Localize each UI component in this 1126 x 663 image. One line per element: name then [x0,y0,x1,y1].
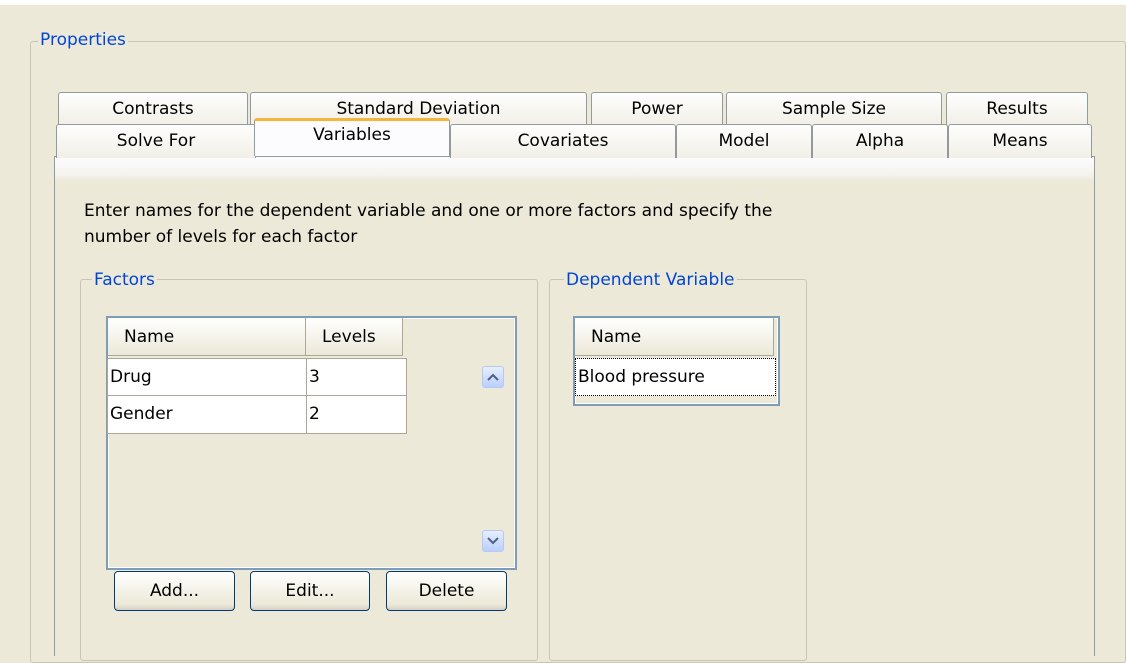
tab-results[interactable]: Results [946,92,1088,126]
factor-name-cell[interactable]: Drug [107,358,307,396]
chevron-down-icon [487,537,499,545]
tab-model[interactable]: Model [676,124,812,158]
scroll-down-button[interactable] [482,530,504,552]
tab-power[interactable]: Power [591,92,723,126]
factor-levels-cell[interactable]: 2 [306,395,407,434]
tab-variables[interactable]: Variables [254,118,450,156]
factor-levels-cell[interactable]: 3 [306,358,407,396]
tab-covariates[interactable]: Covariates [450,124,676,158]
top-edge [0,0,1126,5]
factor-name-cell[interactable]: Gender [107,395,307,434]
chevron-up-icon [487,373,499,381]
factors-group-title: Factors [92,270,157,290]
delete-factor-button[interactable]: Delete [386,571,507,611]
instructions-text: Enter names for the dependent variable a… [84,201,773,247]
column-header-name[interactable]: Name [108,318,306,356]
edit-factor-button[interactable]: Edit... [250,571,370,611]
tab-solve-for[interactable]: Solve For [56,124,256,158]
tab-means[interactable]: Means [948,124,1092,158]
tab-sample-size[interactable]: Sample Size [726,92,942,126]
dependent-variable-group-title: Dependent Variable [564,270,737,290]
add-factor-button[interactable]: Add... [114,571,235,611]
column-header-name[interactable]: Name [575,318,774,356]
tab-alpha[interactable]: Alpha [812,124,948,158]
factors-table: Name Levels Drug 3 Gender 2 [106,316,517,570]
column-header-levels[interactable]: Levels [306,318,403,356]
tab-contrasts[interactable]: Contrasts [58,92,248,126]
dependent-variable-table: Name Blood pressure [573,316,780,406]
scroll-up-button[interactable] [482,366,504,388]
properties-group-title: Properties [38,30,128,50]
dependent-variable-cell[interactable]: Blood pressure [575,358,776,396]
